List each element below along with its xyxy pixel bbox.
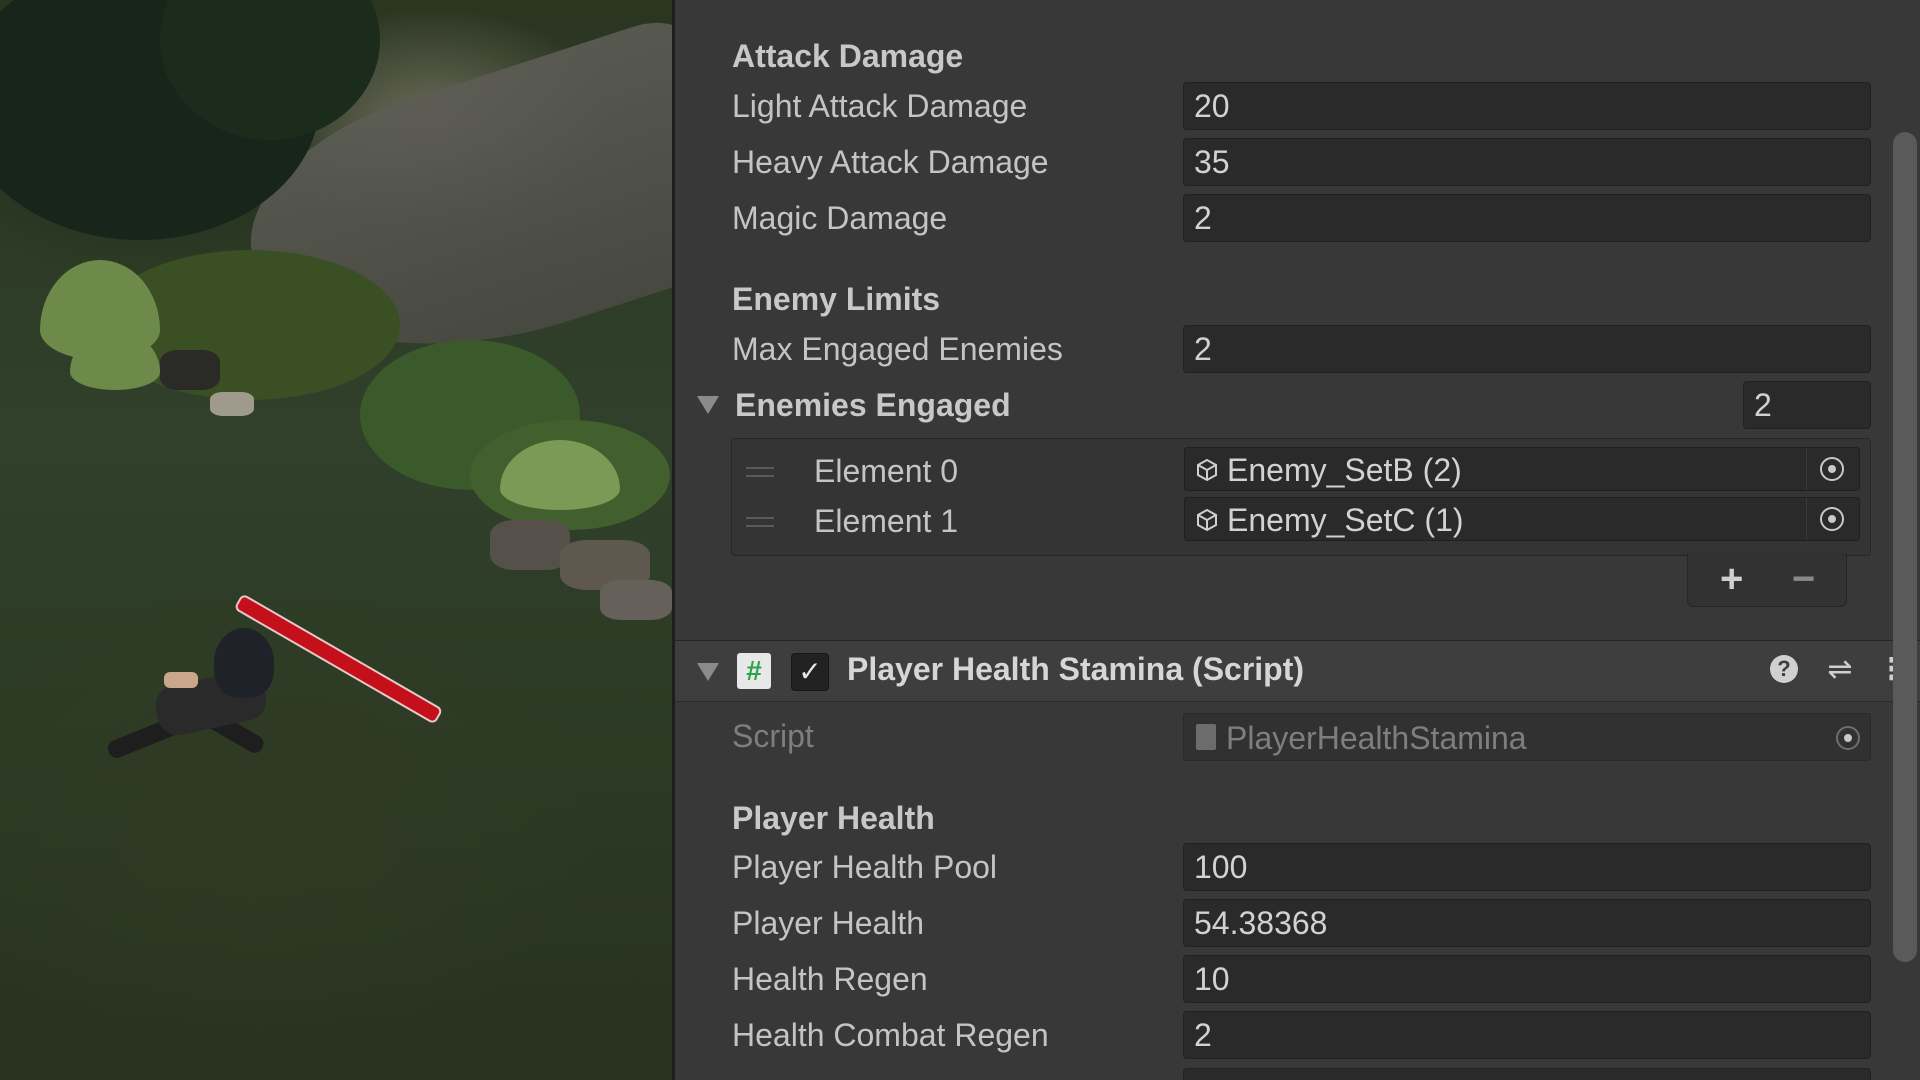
- max-engaged-enemies-field[interactable]: 2: [1183, 325, 1871, 373]
- foldout-arrow-icon[interactable]: [697, 396, 719, 414]
- help-icon[interactable]: ?: [1767, 653, 1801, 687]
- health-combat-regen-field[interactable]: 2: [1183, 1011, 1871, 1059]
- player-character[interactable]: [96, 628, 296, 788]
- drag-handle-icon[interactable]: [746, 517, 774, 529]
- object-field-value: Enemy_SetB (2): [1227, 452, 1462, 488]
- object-field-value: Enemy_SetC (1): [1227, 502, 1464, 538]
- script-icon: #: [737, 653, 771, 689]
- object-picker-button[interactable]: [1806, 498, 1859, 540]
- presets-icon[interactable]: ⇌: [1823, 653, 1857, 687]
- inspector-scrollbar[interactable]: [1893, 132, 1917, 962]
- scene-rock: [490, 520, 570, 570]
- component-title: Player Health Stamina (Script): [847, 651, 1305, 687]
- magic-damage-label: Magic Damage: [732, 200, 948, 236]
- component-enabled-checkbox[interactable]: ✓: [791, 653, 829, 691]
- heavy-attack-damage-label: Heavy Attack Damage: [732, 144, 1049, 180]
- script-label: Script: [732, 718, 814, 754]
- player-health-header: Player Health: [732, 800, 935, 836]
- prefab-cube-icon: [1197, 508, 1217, 532]
- scene-view[interactable]: [0, 0, 672, 1080]
- object-picker-button[interactable]: [1806, 448, 1859, 490]
- enemy-limits-header: Enemy Limits: [732, 281, 941, 317]
- attack-damage-header: Attack Damage: [732, 38, 964, 74]
- scene-rock: [600, 580, 672, 620]
- foldout-arrow-icon[interactable]: [697, 663, 719, 681]
- player-health-label: Player Health: [732, 905, 925, 941]
- object-picker-icon: [1820, 457, 1844, 481]
- character-hood: [214, 628, 274, 698]
- list-element-label: Element 1: [814, 503, 959, 539]
- player-health-pool-field[interactable]: 100: [1183, 843, 1871, 891]
- character-arm: [164, 672, 198, 688]
- inspector-panel: Attack Damage Light Attack Damage 20 Hea…: [672, 0, 1920, 1080]
- health-regen-field[interactable]: 10: [1183, 955, 1871, 1003]
- player-health-field[interactable]: 54.38368: [1183, 899, 1871, 947]
- drag-handle-icon[interactable]: [746, 467, 774, 479]
- remove-element-button[interactable]: −: [1792, 557, 1815, 602]
- script-field-value: PlayerHealthStamina: [1226, 720, 1527, 756]
- health-regen-label: Health Regen: [732, 961, 928, 997]
- max-engaged-enemies-label: Max Engaged Enemies: [732, 331, 1063, 367]
- prefab-cube-icon: [1197, 458, 1217, 482]
- scene-rock: [210, 392, 254, 416]
- script-asset-icon: [1196, 724, 1216, 750]
- object-field[interactable]: Enemy_SetC (1): [1184, 497, 1860, 541]
- add-element-button[interactable]: +: [1720, 557, 1743, 602]
- object-picker-icon: [1836, 726, 1860, 750]
- next-field-partial[interactable]: [1183, 1068, 1871, 1080]
- object-field[interactable]: Enemy_SetB (2): [1184, 447, 1860, 491]
- heavy-attack-damage-field[interactable]: 35: [1183, 138, 1871, 186]
- magic-damage-field[interactable]: 2: [1183, 194, 1871, 242]
- enemies-engaged-list: Element 0 Enemy_SetB (2) Element 1 Enemy…: [731, 438, 1871, 556]
- component-header[interactable]: # ✓ Player Health Stamina (Script) ? ⇌ ⋮: [675, 640, 1920, 702]
- script-field: PlayerHealthStamina: [1183, 713, 1871, 761]
- light-attack-damage-label: Light Attack Damage: [732, 88, 1028, 124]
- health-combat-regen-label: Health Combat Regen: [732, 1017, 1049, 1053]
- enemies-engaged-size-field[interactable]: 2: [1743, 381, 1871, 429]
- player-health-pool-label: Player Health Pool: [732, 849, 998, 885]
- enemies-engaged-label[interactable]: Enemies Engaged: [735, 387, 1011, 424]
- light-attack-damage-field[interactable]: 20: [1183, 82, 1871, 130]
- object-picker-icon: [1820, 507, 1844, 531]
- list-footer: + −: [1687, 553, 1847, 607]
- list-element-label: Element 0: [814, 453, 959, 489]
- scene-rock: [160, 350, 220, 390]
